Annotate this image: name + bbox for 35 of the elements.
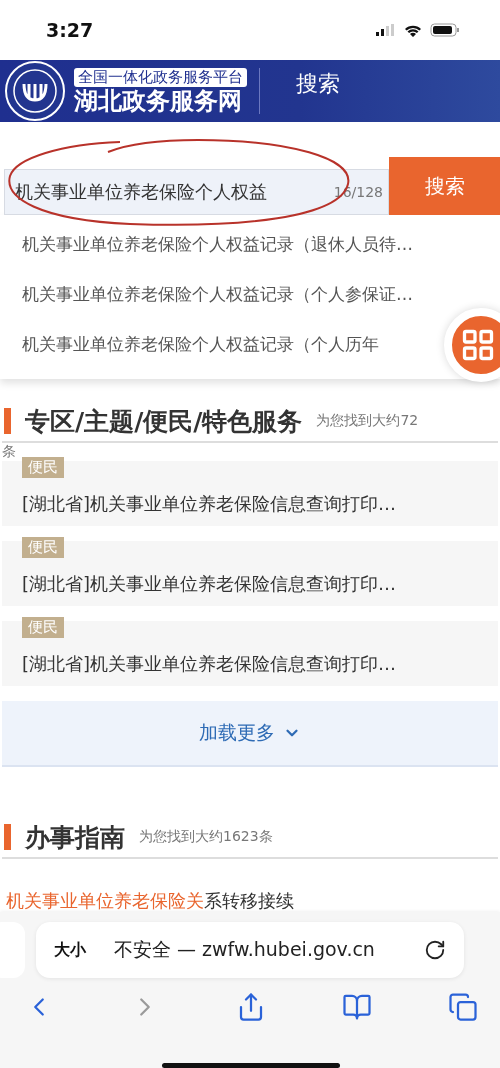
- battery-icon: [430, 23, 460, 37]
- address-text: 不安全 — zwfw.hubei.gov.cn: [114, 937, 376, 962]
- accent-bar: [4, 408, 11, 434]
- bookmarks-button[interactable]: [342, 992, 372, 1022]
- suggestion-item[interactable]: 机关事业单位养老保险个人权益记录（退休人员待…: [22, 219, 413, 269]
- result-count: 为您找到大约1623条: [139, 828, 273, 846]
- category-tag: 便民: [22, 617, 64, 638]
- suggestion-item[interactable]: 机关事业单位养老保险个人权益记录（个人参保证…: [22, 269, 413, 319]
- suggestion-item[interactable]: 机关事业单位养老保险个人权益记录（个人历年: [22, 319, 379, 369]
- result-count-tail: 条: [1, 443, 17, 461]
- service-title: [湖北省]机关事业单位养老保险信息查询打印…: [22, 652, 398, 676]
- section-title: 专区/主题/便民/特色服务: [25, 405, 303, 438]
- category-tag: 便民: [22, 457, 64, 478]
- reload-icon[interactable]: [424, 939, 446, 961]
- accent-bar: [4, 824, 11, 850]
- signal-icon: [376, 24, 396, 36]
- guide-result-link[interactable]: 机关事业单位养老保险关系转移接续: [6, 889, 294, 913]
- site-name: 湖北政务服务网: [74, 88, 243, 115]
- page-title: 搜索: [296, 70, 340, 98]
- service-title: [湖北省]机关事业单位养老保险信息查询打印…: [22, 572, 398, 596]
- wifi-icon: [404, 23, 422, 37]
- tabs-button[interactable]: [448, 992, 478, 1022]
- address-bar[interactable]: 大小 不安全 — zwfw.hubei.gov.cn: [36, 922, 464, 978]
- platform-label: 全国一体化政务服务平台: [74, 67, 247, 87]
- tabs-icon: [448, 992, 478, 1022]
- emblem-logo-icon: [4, 60, 66, 122]
- category-tag: 便民: [22, 537, 64, 558]
- load-more-button[interactable]: 加载更多: [2, 701, 498, 767]
- text-size-button[interactable]: 大小: [54, 939, 86, 961]
- clock: 3:27: [46, 19, 94, 41]
- service-title: [湖北省]机关事业单位养老保险信息查询打印…: [22, 492, 398, 516]
- bookmarks-icon: [342, 992, 372, 1022]
- result-count: 为您找到大约72: [316, 412, 419, 430]
- grid-icon: [460, 327, 496, 363]
- section-title: 办事指南: [25, 821, 125, 854]
